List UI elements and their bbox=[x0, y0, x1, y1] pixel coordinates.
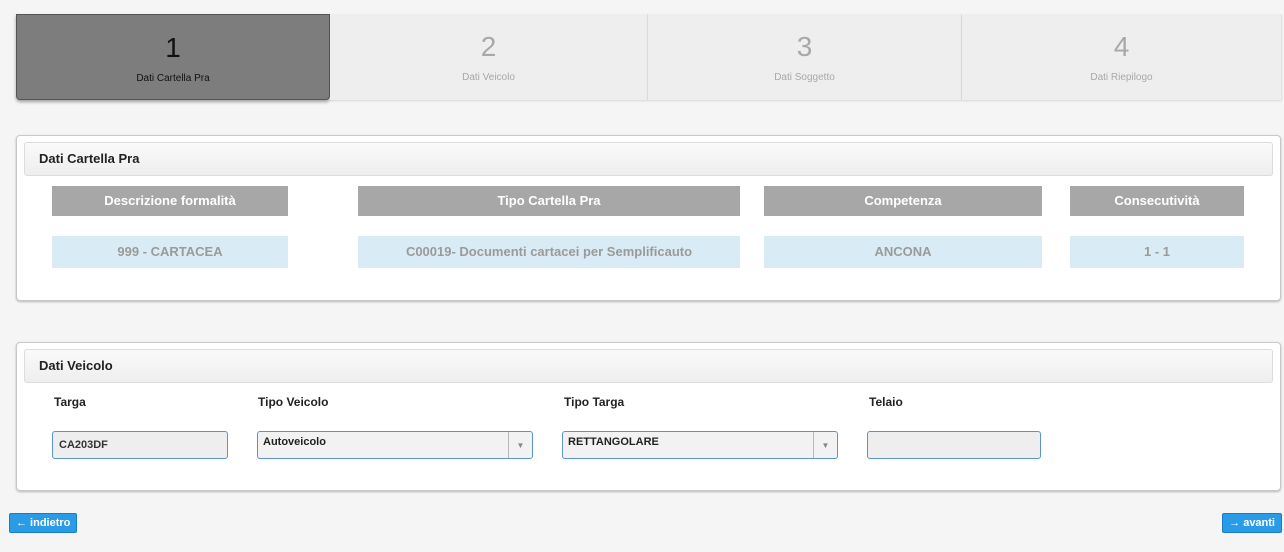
wizard-steps: 1 Dati Cartella Pra 2 Dati Veicolo 3 Dat… bbox=[16, 14, 1282, 100]
column-value: 1 - 1 bbox=[1070, 236, 1244, 268]
chevron-down-icon[interactable]: ▼ bbox=[813, 432, 837, 458]
step-1[interactable]: 1 Dati Cartella Pra bbox=[16, 14, 330, 100]
selected-value: RETTANGOLARE bbox=[568, 436, 659, 448]
column-header: Competenza bbox=[764, 186, 1042, 216]
column-value: 999 - CARTACEA bbox=[52, 236, 288, 268]
column-header: Descrizione formalità bbox=[52, 186, 288, 216]
chevron-down-icon[interactable]: ▼ bbox=[508, 432, 532, 458]
tipo-targa-label: Tipo Targa bbox=[564, 395, 625, 409]
targa-input[interactable] bbox=[52, 431, 228, 459]
next-button[interactable]: → avanti bbox=[1222, 513, 1282, 533]
step-label: Dati Veicolo bbox=[462, 72, 515, 83]
cartella-panel: Dati Cartella Pra Descrizione formalità … bbox=[16, 135, 1281, 301]
column-value: ANCONA bbox=[764, 236, 1042, 268]
summary-column-tipo-cartella: Tipo Cartella Pra C00019- Documenti cart… bbox=[358, 186, 740, 268]
tipo-veicolo-label: Tipo Veicolo bbox=[258, 395, 329, 409]
step-number: 1 bbox=[165, 32, 181, 63]
step-label: Dati Cartella Pra bbox=[136, 73, 210, 84]
telaio-label: Telaio bbox=[869, 395, 903, 409]
step-number: 2 bbox=[480, 31, 497, 62]
back-button[interactable]: ← indietro bbox=[9, 513, 78, 533]
telaio-input[interactable] bbox=[867, 431, 1041, 459]
step-label: Dati Riepilogo bbox=[1090, 72, 1153, 83]
step-number: 3 bbox=[796, 31, 813, 62]
summary-column-consecutivita: Consecutività 1 - 1 bbox=[1070, 186, 1244, 268]
targa-label: Targa bbox=[54, 395, 86, 409]
step-4[interactable]: 4 Dati Riepilogo bbox=[962, 14, 1282, 100]
step-3[interactable]: 3 Dati Soggetto bbox=[648, 14, 962, 100]
panel-title: Dati Veicolo bbox=[24, 349, 1273, 383]
step-2[interactable]: 2 Dati Veicolo bbox=[330, 14, 648, 100]
column-value: C00019- Documenti cartacei per Semplific… bbox=[358, 236, 740, 268]
step-label: Dati Soggetto bbox=[774, 72, 835, 83]
tipo-veicolo-select[interactable]: Autoveicolo ▼ bbox=[257, 431, 533, 459]
column-header: Tipo Cartella Pra bbox=[358, 186, 740, 216]
selected-value: Autoveicolo bbox=[263, 436, 326, 448]
column-header: Consecutività bbox=[1070, 186, 1244, 216]
tipo-targa-select[interactable]: RETTANGOLARE ▼ bbox=[562, 431, 838, 459]
veicolo-panel: Dati Veicolo Targa Tipo Veicolo Autoveic… bbox=[16, 342, 1281, 491]
summary-column-descrizione: Descrizione formalità 999 - CARTACEA bbox=[52, 186, 288, 268]
step-number: 4 bbox=[1113, 31, 1130, 62]
panel-title: Dati Cartella Pra bbox=[24, 142, 1273, 176]
summary-column-competenza: Competenza ANCONA bbox=[764, 186, 1042, 268]
